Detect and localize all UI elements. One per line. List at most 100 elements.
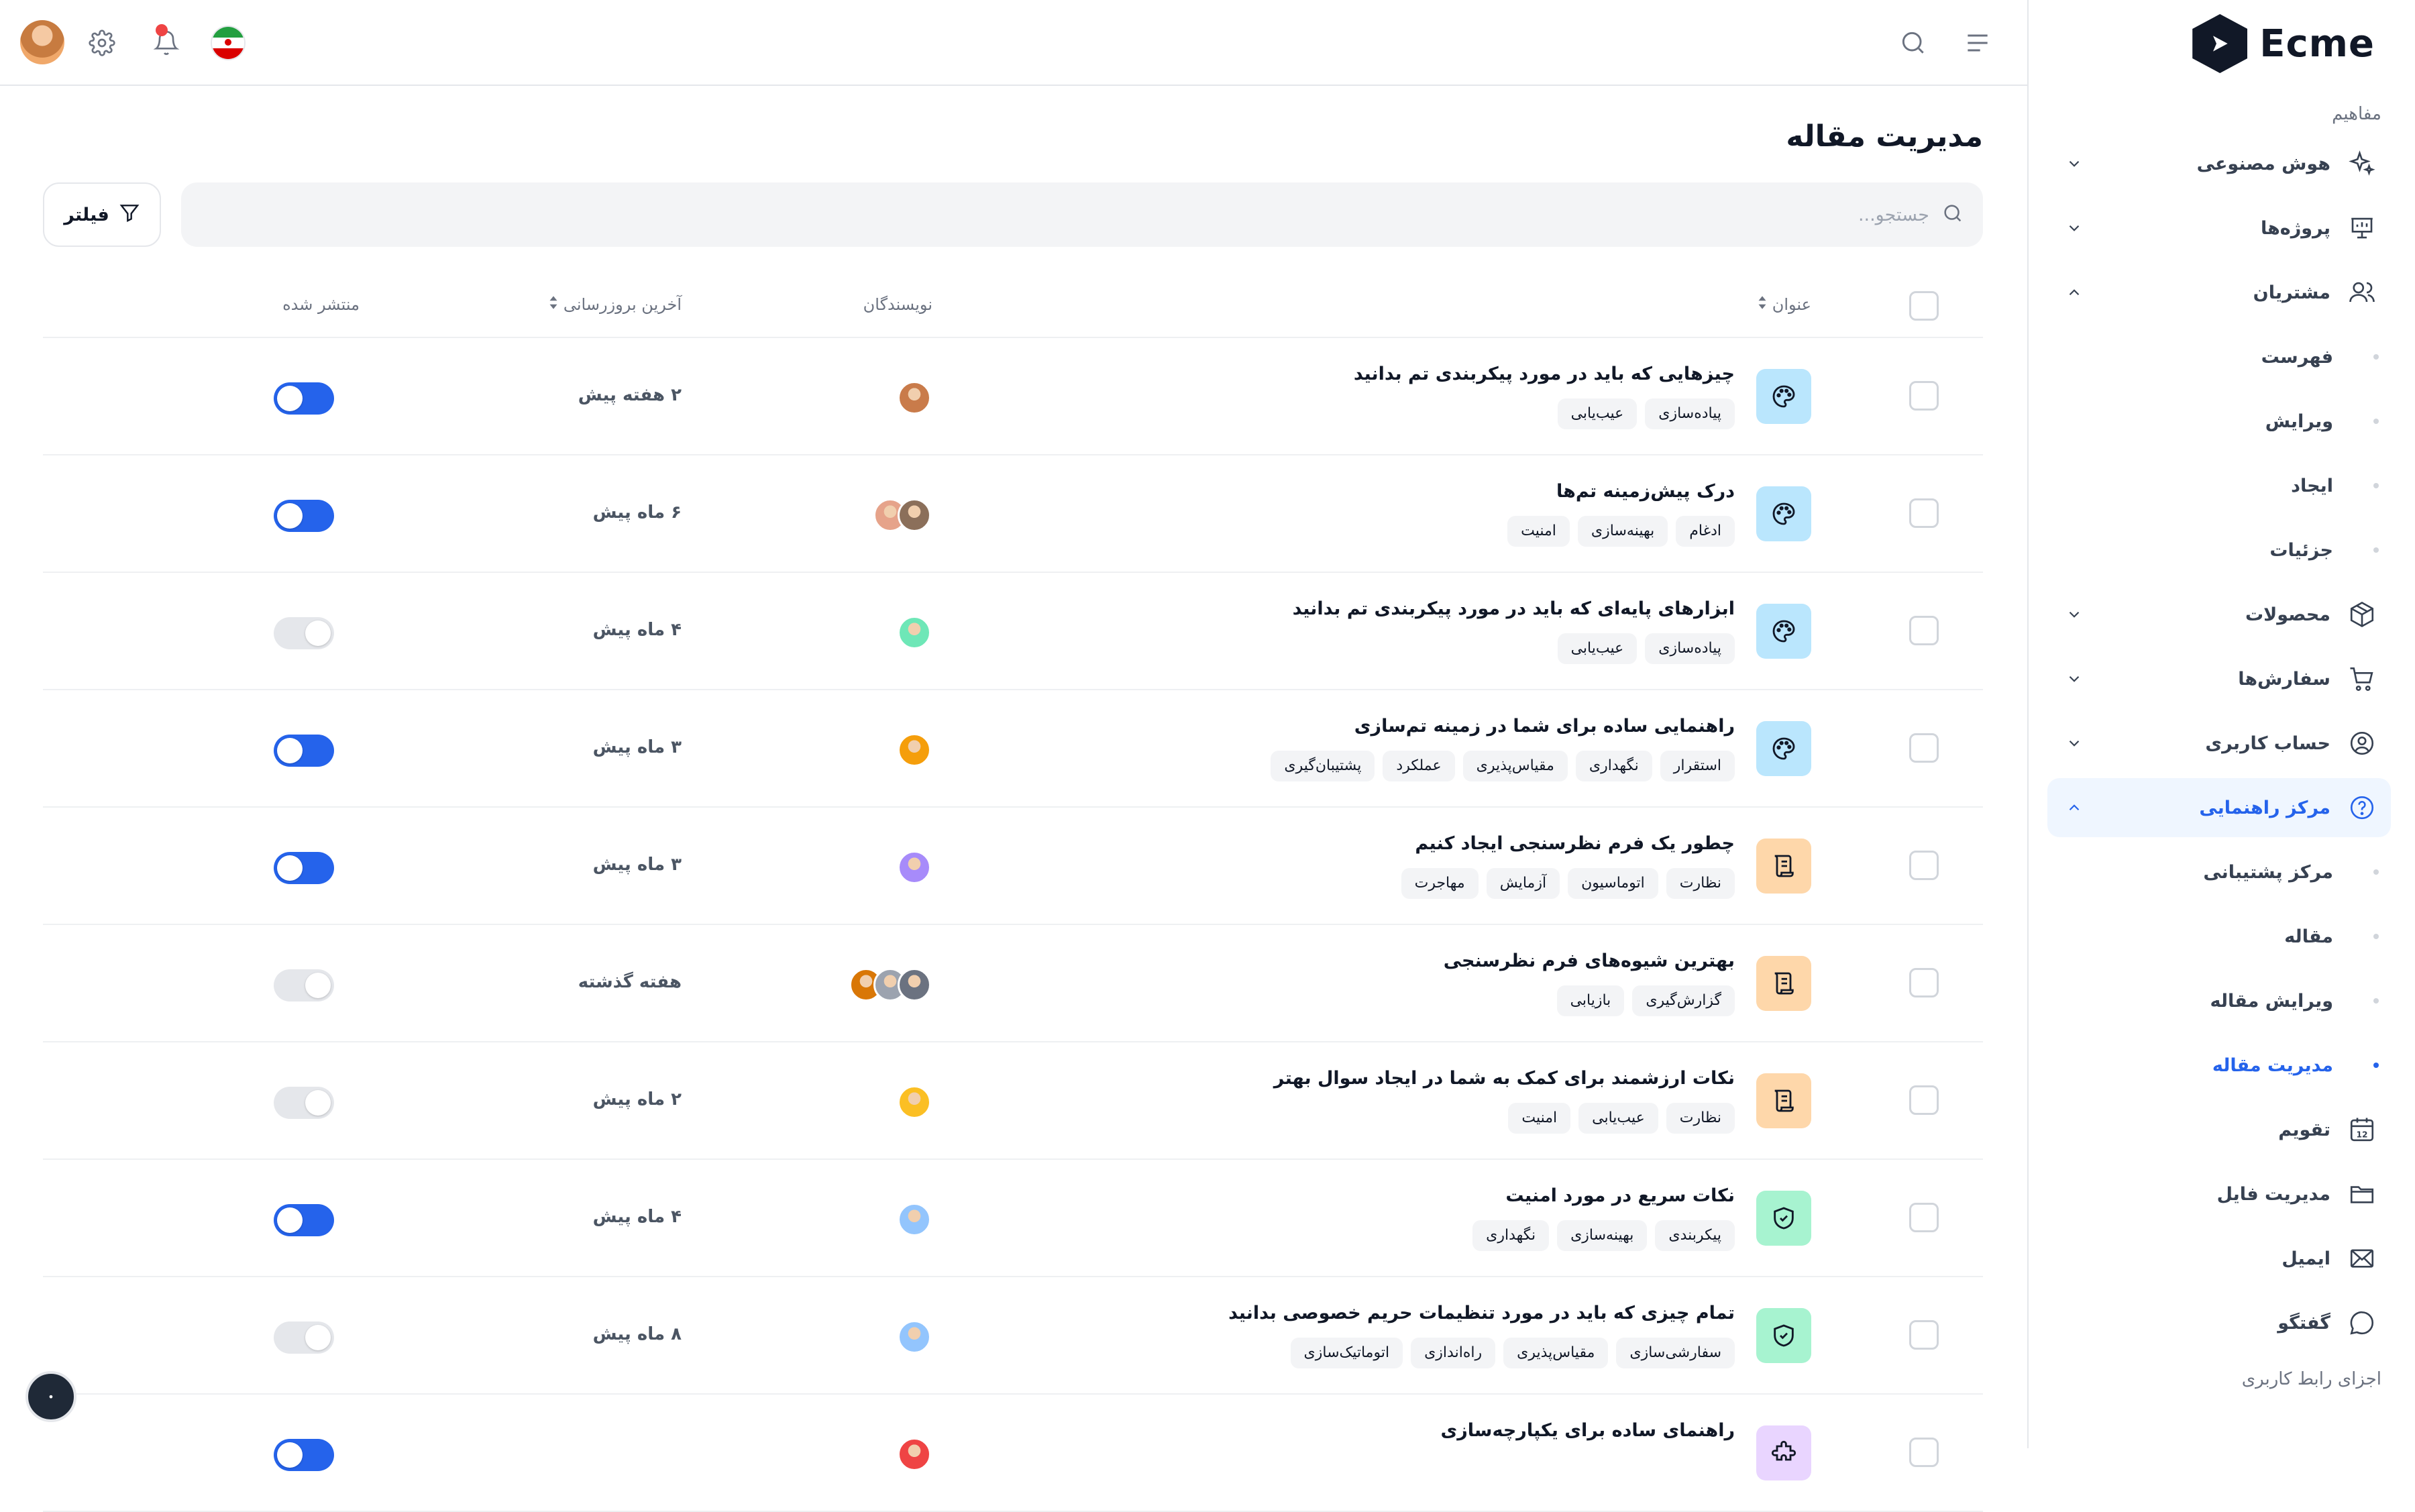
- published-toggle[interactable]: [274, 1439, 334, 1471]
- brand-logo[interactable]: Ecme: [2192, 12, 2375, 75]
- author-avatar[interactable]: [898, 1320, 931, 1354]
- row-checkbox[interactable]: [1909, 616, 1939, 645]
- row-checkbox[interactable]: [1909, 1320, 1939, 1350]
- article-title[interactable]: راهنمای ساده برای یکپارچه‌سازی: [1441, 1420, 1735, 1441]
- search-input[interactable]: [181, 204, 1941, 225]
- scroll-icon: [1756, 956, 1811, 1011]
- author-avatar[interactable]: [898, 1085, 931, 1119]
- sidebar-subitem-support-center[interactable]: مرکز پشتیبانی: [2047, 843, 2391, 902]
- article-tags: پیکربندی بهینه‌سازی نگهداری: [1472, 1220, 1735, 1251]
- tag-badge: عیب‌یابی: [1578, 1103, 1658, 1134]
- author-avatar[interactable]: [898, 381, 931, 415]
- search-icon[interactable]: [1893, 23, 1933, 63]
- table-row[interactable]: ابزارهای پایه‌ای که باید در مورد پیکربند…: [43, 573, 1983, 690]
- sidebar-subitem-list[interactable]: فهرست: [2047, 327, 2391, 386]
- published-toggle[interactable]: [274, 1204, 334, 1236]
- row-checkbox[interactable]: [1909, 733, 1939, 763]
- table-row[interactable]: چطور یک فرم نظرسنجی ایجاد کنیم نظارت اتوما…: [43, 808, 1983, 925]
- row-checkbox[interactable]: [1909, 851, 1939, 880]
- column-title[interactable]: عنوان: [1758, 295, 1811, 314]
- sidebar-subitem-manage-article[interactable]: مدیریت مقاله: [2047, 1036, 2391, 1095]
- select-all-checkbox[interactable]: [1909, 291, 1939, 321]
- table-row[interactable]: راهنمایی ساده برای شما در زمینه تم‌سازی ا…: [43, 690, 1983, 808]
- sidebar-item-help-center[interactable]: مرکز راهنمایی: [2047, 778, 2391, 837]
- article-title[interactable]: چیزهایی که باید در مورد پیکربندی تم بدان…: [1354, 364, 1735, 384]
- author-avatar[interactable]: [898, 1438, 931, 1471]
- iran-flag-icon[interactable]: [211, 25, 246, 60]
- sidebar-item-products[interactable]: محصولات: [2047, 585, 2391, 644]
- tag-badge: نگهداری: [1472, 1220, 1550, 1251]
- row-checkbox[interactable]: [1909, 1085, 1939, 1115]
- sidebar-subitem-edit-article[interactable]: ویرایش مقاله: [2047, 971, 2391, 1030]
- article-title[interactable]: درک پیش‌زمینه تم‌ها: [1556, 481, 1735, 502]
- menu-icon[interactable]: [1957, 23, 1998, 63]
- sidebar-item-email[interactable]: ایمیل: [2047, 1229, 2391, 1288]
- filter-button[interactable]: فیلتر: [43, 182, 161, 247]
- authors-avatars: [898, 1320, 931, 1354]
- users-icon: [2345, 278, 2379, 307]
- sidebar-item-chat[interactable]: گفتگو: [2047, 1293, 2391, 1352]
- article-title[interactable]: ابزارهای پایه‌ای که باید در مورد پیکربند…: [1293, 598, 1735, 619]
- article-title[interactable]: نکات سریع در مورد امنیت: [1505, 1185, 1735, 1206]
- author-avatar[interactable]: [898, 968, 931, 1002]
- published-toggle[interactable]: [274, 617, 334, 649]
- mail-icon: [2345, 1244, 2379, 1273]
- row-checkbox[interactable]: [1909, 381, 1939, 411]
- folder-icon: [2345, 1180, 2379, 1208]
- toggle-knob: [305, 1090, 331, 1116]
- row-checkbox[interactable]: [1909, 498, 1939, 528]
- table-row[interactable]: نکات سریع در مورد امنیت پیکربندی بهینه‌ساز…: [43, 1160, 1983, 1277]
- nav-section-ui: اجزای رابط کاربری: [2241, 1369, 2381, 1389]
- floating-action-button[interactable]: •: [25, 1371, 76, 1422]
- article-title[interactable]: چطور یک فرم نظرسنجی ایجاد کنیم: [1415, 833, 1735, 854]
- article-title[interactable]: بهترین شیوه‌های فرم نظرسنجی: [1444, 951, 1735, 971]
- published-toggle[interactable]: [274, 500, 334, 532]
- table-row[interactable]: چیزهایی که باید در مورد پیکربندی تم بدان…: [43, 338, 1983, 455]
- published-toggle[interactable]: [274, 382, 334, 415]
- sidebar-item-projects[interactable]: پروژه‌ها: [2047, 199, 2391, 258]
- tag-badge: پیاده‌سازی: [1645, 633, 1735, 664]
- published-toggle[interactable]: [274, 969, 334, 1002]
- sidebar-subitem-edit[interactable]: ویرایش: [2047, 392, 2391, 451]
- tag-badge: عیب‌یابی: [1557, 633, 1638, 664]
- author-avatar[interactable]: [898, 498, 931, 532]
- sidebar-item-account[interactable]: حساب کاربری: [2047, 714, 2391, 773]
- row-checkbox[interactable]: [1909, 1203, 1939, 1232]
- table-row[interactable]: نکات ارزشمند برای کمک به شما در ایجاد سو…: [43, 1042, 1983, 1160]
- row-checkbox[interactable]: [1909, 1438, 1939, 1467]
- sidebar-item-calendar[interactable]: 12 تقویم: [2047, 1100, 2391, 1159]
- published-toggle[interactable]: [274, 1321, 334, 1354]
- article-tags: سفارشی‌سازی مقیاس‌پذیری راه‌اندازی اتوماتیک…: [1290, 1338, 1735, 1368]
- published-toggle[interactable]: [274, 1087, 334, 1119]
- author-avatar[interactable]: [898, 616, 931, 649]
- sidebar-item-ai[interactable]: هوش مصنوعی: [2047, 134, 2391, 193]
- author-avatar[interactable]: [898, 1203, 931, 1236]
- sidebar-subitem-details[interactable]: جزئیات: [2047, 521, 2391, 580]
- user-avatar[interactable]: [20, 20, 64, 64]
- sidebar-subitem-article[interactable]: مقاله: [2047, 907, 2391, 966]
- table-row[interactable]: بهترین شیوه‌های فرم نظرسنجی گزارش‌گیری باز…: [43, 925, 1983, 1042]
- column-updated[interactable]: آخرین بروزرسانی: [549, 295, 682, 314]
- authors-avatars: [898, 733, 931, 767]
- published-toggle[interactable]: [274, 852, 334, 884]
- row-checkbox[interactable]: [1909, 968, 1939, 997]
- sidebar-subitem-create[interactable]: ایجاد: [2047, 456, 2391, 515]
- article-title[interactable]: نکات ارزشمند برای کمک به شما در ایجاد سو…: [1274, 1068, 1735, 1089]
- table-row[interactable]: درک پیش‌زمینه تم‌ها ادغام بهینه‌سازی امنیت ۶…: [43, 455, 1983, 573]
- article-title[interactable]: راهنمایی ساده برای شما در زمینه تم‌سازی: [1354, 716, 1735, 737]
- sidebar-item-customers[interactable]: مشتریان: [2047, 263, 2391, 322]
- toggle-knob: [277, 738, 303, 763]
- sidebar-item-orders[interactable]: سفارش‌ها: [2047, 649, 2391, 708]
- article-title[interactable]: تمام چیزی که باید در مورد تنظیمات حریم خ…: [1228, 1303, 1735, 1324]
- published-toggle[interactable]: [274, 735, 334, 767]
- last-updated: ۸ ماه پیش: [592, 1324, 682, 1344]
- tag-badge: نظارت: [1666, 868, 1735, 899]
- author-avatar[interactable]: [898, 733, 931, 767]
- sidebar-item-file-manager[interactable]: مدیریت فایل: [2047, 1165, 2391, 1224]
- palette-icon: [1756, 604, 1811, 659]
- gear-icon[interactable]: [82, 23, 122, 63]
- author-avatar[interactable]: [898, 851, 931, 884]
- table-row[interactable]: تمام چیزی که باید در مورد تنظیمات حریم خ…: [43, 1277, 1983, 1395]
- table-row[interactable]: راهنمای ساده برای یکپارچه‌سازی: [43, 1395, 1983, 1512]
- scroll-icon: [1756, 839, 1811, 894]
